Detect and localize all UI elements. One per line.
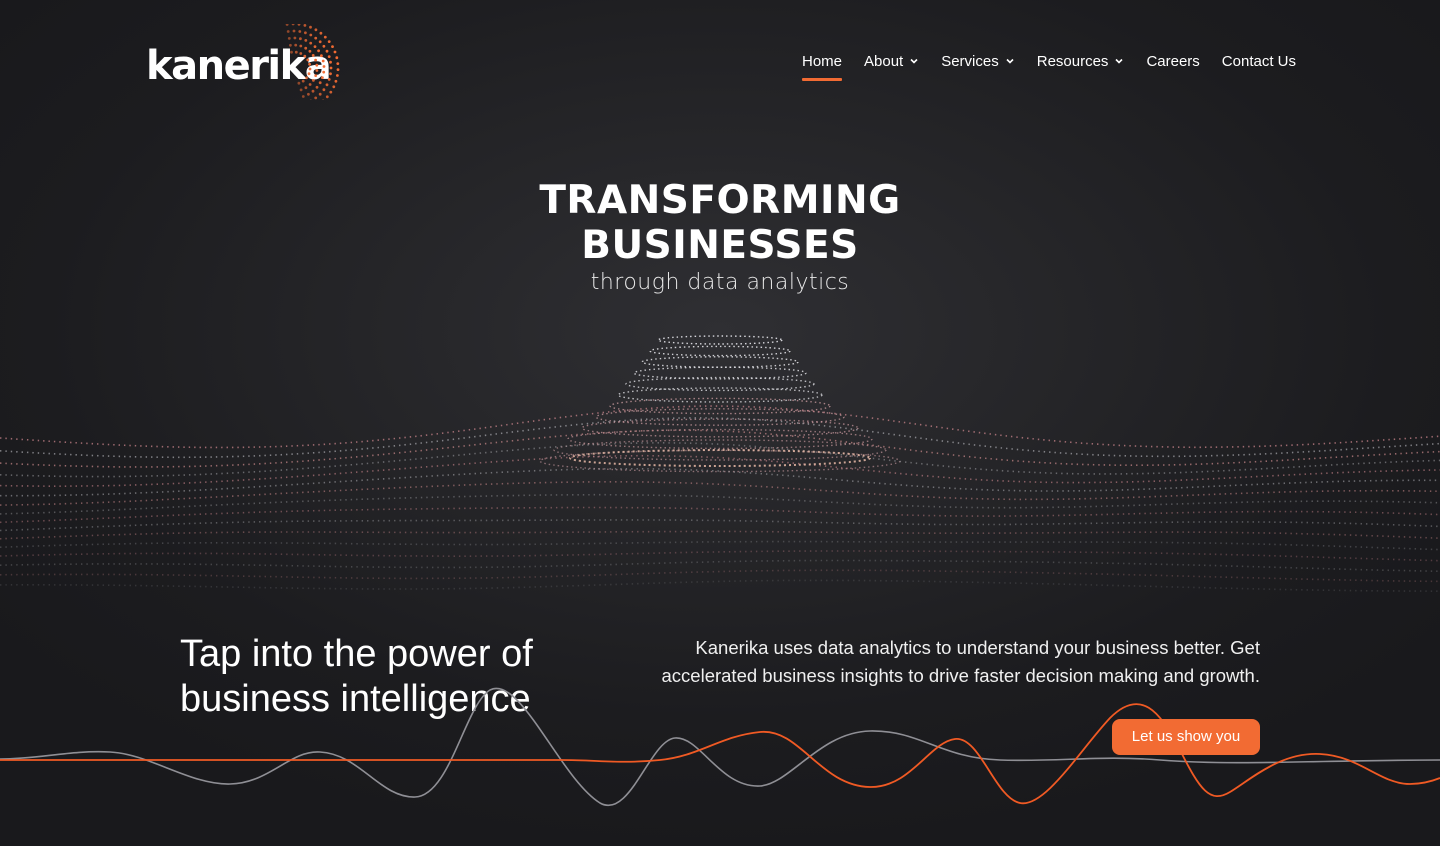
nav-item-contact-us[interactable]: Contact Us bbox=[1222, 50, 1296, 72]
nav-item-about[interactable]: About bbox=[864, 50, 919, 72]
nav-item-home[interactable]: Home bbox=[801, 50, 843, 81]
chevron-down-icon bbox=[1006, 58, 1014, 64]
hero-title-line1: TRANSFORMING bbox=[539, 178, 901, 223]
nav-item-label: Careers bbox=[1146, 52, 1200, 70]
nav-item-label: Contact Us bbox=[1221, 52, 1296, 70]
nav-item-label: Resources bbox=[1036, 52, 1109, 70]
nav-item-label: Services bbox=[941, 52, 999, 70]
hero-title-line2: BUSINESSES bbox=[581, 223, 859, 268]
hero-subtitle: through data analytics bbox=[590, 270, 850, 295]
home-page: kanerika Home About Services Resources C… bbox=[0, 0, 1440, 846]
dotted-arc-icon bbox=[285, 24, 340, 100]
nav-item-careers[interactable]: Careers bbox=[1146, 50, 1199, 72]
nav-item-services[interactable]: Services bbox=[941, 50, 1015, 72]
nav-item-label: Home bbox=[801, 52, 842, 70]
nav-item-resources[interactable]: Resources bbox=[1037, 50, 1125, 72]
particle-wave-illustration bbox=[0, 335, 1440, 592]
let-us-show-you-button[interactable]: Let us show you bbox=[1112, 719, 1260, 755]
kanerika-logo[interactable]: kanerika bbox=[146, 24, 351, 100]
tagline-line1: Tap into the power of bbox=[180, 633, 533, 675]
chevron-down-icon bbox=[910, 58, 918, 64]
nav-item-label: About bbox=[864, 52, 904, 70]
hero-title: TRANSFORMING BUSINESSES bbox=[0, 178, 1440, 268]
main-nav: Home About Services Resources Careers Co… bbox=[801, 50, 1296, 81]
chevron-down-icon bbox=[1115, 58, 1124, 64]
